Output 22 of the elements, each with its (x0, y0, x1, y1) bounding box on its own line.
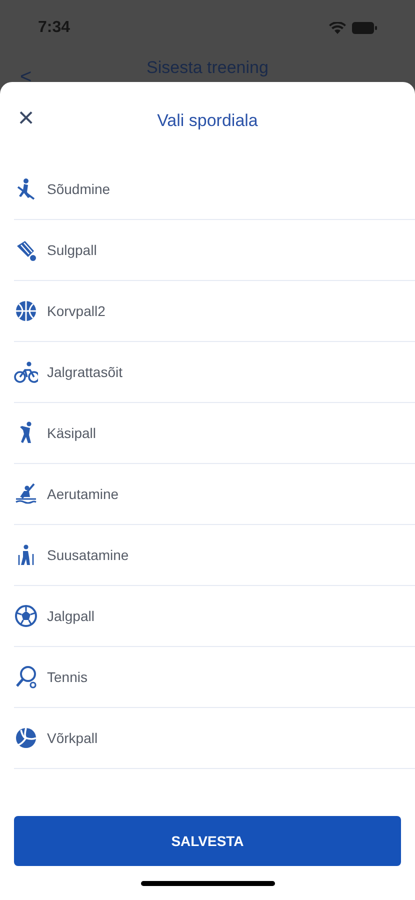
wifi-icon (329, 22, 346, 34)
sport-list-item[interactable]: Käsipall (14, 403, 415, 464)
sport-list-item[interactable]: Korvpall2 (14, 281, 415, 342)
bicycle-icon (14, 360, 38, 384)
sport-list-item[interactable]: Suusatamine (14, 525, 415, 586)
sport-list-item[interactable]: Aerutamine (14, 464, 415, 525)
kayaker-icon (14, 482, 38, 506)
sport-list-item[interactable]: Sõudmine (14, 159, 415, 220)
sport-list-item[interactable]: Võrkpall (14, 708, 415, 769)
racket-icon (14, 665, 38, 689)
soccer-ball-icon (14, 604, 38, 628)
battery-icon (352, 22, 377, 34)
basketball-icon (14, 299, 38, 323)
home-indicator[interactable] (140, 880, 274, 886)
sport-list-item[interactable]: Jalgpall (14, 586, 415, 647)
sport-list-item[interactable]: Sulgpall (14, 220, 415, 281)
close-button[interactable]: × (14, 106, 38, 130)
sheet-title: Vali spordiala (157, 110, 258, 132)
save-button[interactable]: SALVESTA (14, 816, 401, 866)
sport-list-item[interactable]: Tennis (14, 647, 415, 708)
sport-list-item[interactable]: Jalgrattasõit (14, 342, 415, 403)
volleyball-icon (14, 726, 38, 750)
